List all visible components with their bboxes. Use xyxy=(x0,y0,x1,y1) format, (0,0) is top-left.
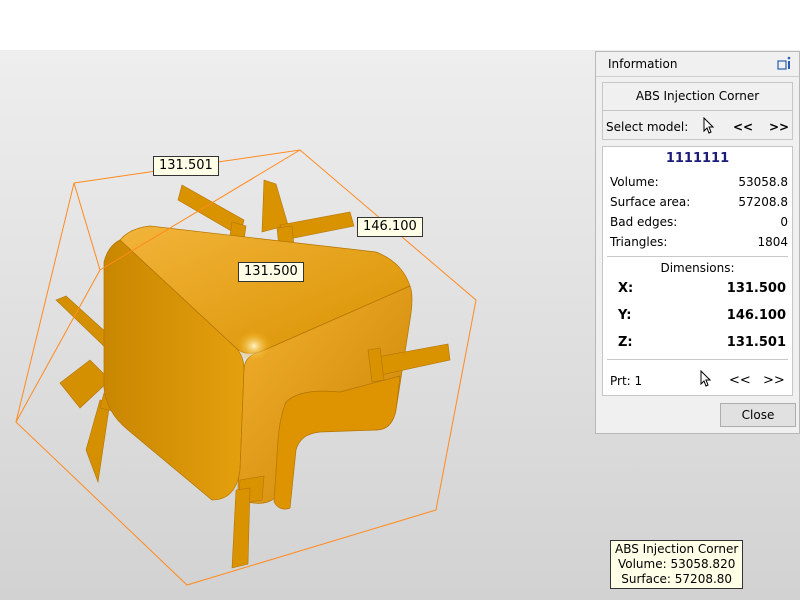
select-model-label: Select model: xyxy=(606,120,689,134)
stat-volume: Volume: 53058.8 xyxy=(610,175,788,195)
dock-info-icon[interactable] xyxy=(777,56,793,70)
dimension-value: 131.501 xyxy=(726,335,786,350)
divider xyxy=(607,256,788,257)
y-dimension-label: 146.100 xyxy=(357,217,423,237)
stat-label: Surface area: xyxy=(610,195,691,209)
stat-label: Bad edges: xyxy=(610,215,678,229)
dimensions-title: Dimensions: xyxy=(660,261,735,275)
stat-bad-edges: Bad edges: 0 xyxy=(610,215,788,235)
model-id: 1111111 xyxy=(665,151,730,166)
pointer-cursor-icon xyxy=(703,117,715,134)
divider xyxy=(607,359,788,360)
stat-triangles: Triangles: 1804 xyxy=(610,235,788,255)
previous-model-button[interactable]: << xyxy=(733,120,753,134)
dimension-value: 131.500 xyxy=(726,281,786,296)
stat-surface-area: Surface area: 57208.8 xyxy=(610,195,788,215)
stat-label: Triangles: xyxy=(610,235,668,249)
stat-value: 0 xyxy=(780,215,788,229)
dimension-label: Z: xyxy=(618,335,633,350)
z-dimension-label: 131.501 xyxy=(153,156,219,176)
tooltip-surface: Surface: 57208.80 xyxy=(621,572,733,586)
next-part-button[interactable]: >> xyxy=(763,373,785,388)
dimension-value: 146.100 xyxy=(726,308,786,323)
model-scene[interactable] xyxy=(0,0,590,600)
previous-part-button[interactable]: << xyxy=(729,373,751,388)
model-stats: 1111111 Volume: 53058.8 Surface area: 57… xyxy=(602,146,793,396)
stat-value: 1804 xyxy=(757,235,788,249)
dimension-label: X: xyxy=(618,281,634,296)
stat-value: 53058.8 xyxy=(738,175,788,189)
x-dimension-label: 131.500 xyxy=(238,262,304,282)
dimension-label: Y: xyxy=(618,308,632,323)
information-panel: Information ABS Injection Corner Select … xyxy=(595,51,800,434)
tooltip-name: ABS Injection Corner xyxy=(615,542,739,556)
pointer-cursor-icon xyxy=(700,370,712,387)
model-selector: ABS Injection Corner Select model: << >> xyxy=(602,82,793,140)
part-label: Prt: 1 xyxy=(610,374,643,388)
stat-value: 57208.8 xyxy=(738,195,788,209)
panel-title: Information xyxy=(608,57,678,71)
close-button[interactable]: Close xyxy=(720,403,796,427)
tooltip-volume: Volume: 53058.820 xyxy=(617,557,736,571)
stat-label: Volume: xyxy=(610,175,659,189)
model-name-field[interactable]: ABS Injection Corner xyxy=(603,83,792,111)
panel-header: Information xyxy=(596,52,799,77)
next-model-button[interactable]: >> xyxy=(769,120,789,134)
model-tooltip: ABS Injection Corner Volume: 53058.820 S… xyxy=(610,540,744,589)
